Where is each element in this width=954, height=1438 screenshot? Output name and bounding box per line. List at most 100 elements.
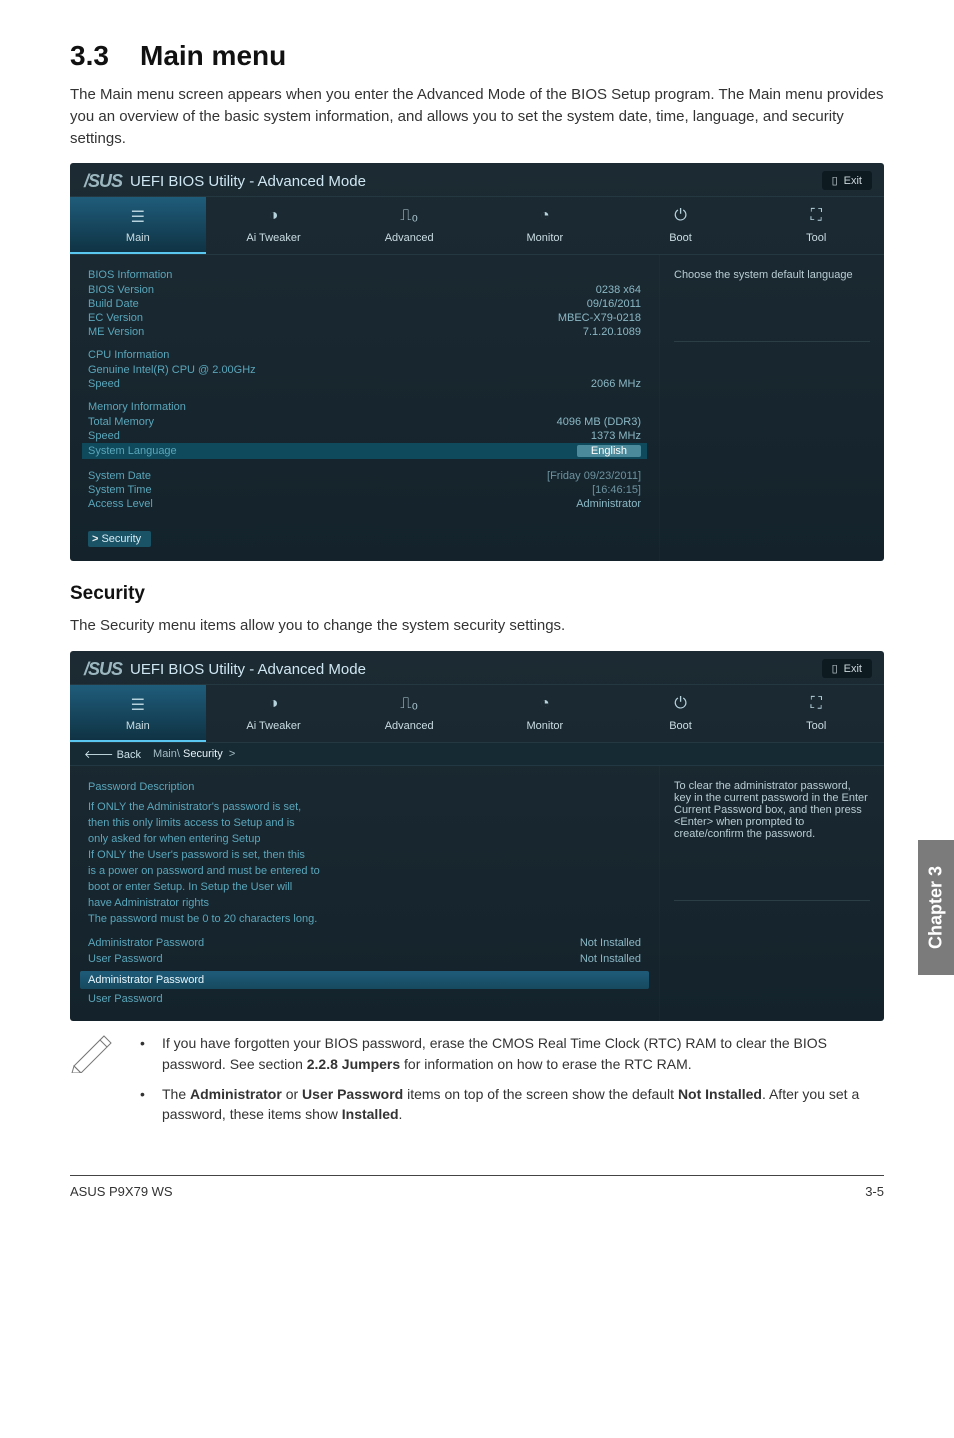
tab-boot-label: Boot	[669, 232, 692, 244]
asus-logo: /SUS	[84, 659, 122, 680]
note2-e: items on top of the screen show the defa…	[403, 1086, 678, 1102]
note2-h: Installed	[342, 1106, 399, 1122]
help-text: Choose the system default language	[674, 269, 870, 281]
bios-main-screenshot: /SUS UEFI BIOS Utility - Advanced Mode ▯…	[70, 163, 884, 561]
system-language-value: English	[577, 445, 641, 457]
system-language-label: System Language	[88, 445, 177, 457]
total-memory-label: Total Memory	[88, 416, 154, 428]
tab-tool-label: Tool	[806, 232, 826, 244]
back-label: Back	[117, 749, 141, 761]
help-divider	[674, 341, 870, 342]
exit-button[interactable]: ▯ Exit	[822, 659, 872, 678]
password-description-heading: Password Description	[88, 780, 641, 796]
exit-label: Exit	[844, 663, 862, 675]
note-bullet-2: • The Administrator or User Password ite…	[140, 1084, 884, 1125]
bios-utility-title: UEFI BIOS Utility - Advanced Mode	[130, 661, 366, 678]
me-version-label: ME Version	[88, 326, 144, 338]
tab-tool[interactable]: ⛶ Tool	[748, 197, 884, 254]
tab-ai-tweaker-label: Ai Tweaker	[246, 720, 300, 732]
access-level-label: Access Level	[88, 498, 153, 510]
note1-bold: 2.2.8 Jumpers	[307, 1056, 400, 1072]
power-icon: ⏻	[613, 207, 749, 227]
chip-icon: ⎍₀	[341, 207, 477, 227]
section-heading: 3.3Main menu	[70, 40, 884, 72]
system-date-label: System Date	[88, 470, 151, 482]
pwd-desc-line: have Administrator rights	[88, 896, 641, 912]
bios-info-heading: BIOS Information	[88, 269, 641, 281]
pwd-desc-line: If ONLY the User's password is set, then…	[88, 848, 641, 864]
pwd-desc-line: boot or enter Setup. In Setup the User w…	[88, 880, 641, 896]
security-submenu-link[interactable]: >Security	[88, 531, 151, 547]
me-version-value: 7.1.20.1089	[583, 326, 641, 338]
system-language-row[interactable]: System Language English	[82, 443, 647, 459]
note2-b: Administrator	[190, 1086, 282, 1102]
list-icon: ☰	[70, 695, 206, 715]
help-divider	[674, 900, 870, 901]
exit-icon: ▯	[832, 662, 838, 675]
tab-advanced[interactable]: ⎍₀ Advanced	[341, 197, 477, 254]
tab-monitor-label: Monitor	[527, 720, 564, 732]
user-password-item[interactable]: User Password	[88, 991, 641, 1007]
tab-tool[interactable]: ⛶Tool	[748, 685, 884, 742]
tab-main[interactable]: ☰ Main	[70, 685, 206, 742]
pwd-desc-line: only asked for when entering Setup	[88, 832, 641, 848]
exit-label: Exit	[844, 175, 862, 187]
tab-monitor[interactable]: ◔ Monitor	[477, 685, 613, 742]
note-pencil-icon	[70, 1033, 118, 1073]
exit-button[interactable]: ▯ Exit	[822, 171, 872, 190]
system-time-value[interactable]: [16:46:15]	[592, 484, 641, 496]
tab-ai-tweaker[interactable]: ◑Ai Tweaker	[206, 685, 342, 742]
tab-main-label: Main	[126, 720, 150, 732]
pwd-desc-line: The password must be 0 to 20 characters …	[88, 912, 641, 928]
system-time-label: System Time	[88, 484, 152, 496]
pwd-desc-line: is a power on password and must be enter…	[88, 864, 641, 880]
ec-version-label: EC Version	[88, 312, 143, 324]
tab-boot[interactable]: ⏻ Boot	[613, 685, 749, 742]
cpu-name: Genuine Intel(R) CPU @ 2.00GHz	[88, 364, 256, 376]
tab-boot[interactable]: ⏻ Boot	[613, 197, 749, 254]
gauge-icon: ◔	[477, 695, 613, 715]
tab-boot-label: Boot	[669, 720, 692, 732]
tab-ai-tweaker-label: Ai Tweaker	[246, 232, 300, 244]
cpu-speed-label: Speed	[88, 378, 120, 390]
build-date-label: Build Date	[88, 298, 139, 310]
note2-f: Not Installed	[678, 1086, 762, 1102]
tab-advanced-label: Advanced	[385, 720, 434, 732]
tab-ai-tweaker[interactable]: ◑ Ai Tweaker	[206, 197, 342, 254]
system-date-value[interactable]: [Friday 09/23/2011]	[547, 470, 641, 482]
memory-speed-value: 1373 MHz	[591, 430, 641, 442]
bios-version-label: BIOS Version	[88, 284, 154, 296]
administrator-password-item[interactable]: Administrator Password	[80, 971, 649, 989]
chapter-side-tab: Chapter 3	[918, 840, 954, 975]
chevron-right-icon: >	[229, 748, 235, 760]
access-level-value: Administrator	[576, 498, 641, 510]
footer-product: ASUS P9X79 WS	[70, 1184, 173, 1199]
build-date-value: 09/16/2011	[587, 298, 641, 310]
crumb-current: Security	[183, 748, 223, 760]
section-number: 3.3	[70, 40, 140, 72]
total-memory-value: 4096 MB (DDR3)	[557, 416, 641, 428]
admin-password-status-value: Not Installed	[580, 937, 641, 949]
help-text: To clear the administrator password, key…	[674, 780, 870, 840]
security-link-label: Security	[101, 533, 141, 545]
cpu-speed-value: 2066 MHz	[591, 378, 641, 390]
back-button[interactable]: 🡐 Back	[84, 747, 141, 761]
bios-utility-title: UEFI BIOS Utility - Advanced Mode	[130, 173, 366, 190]
note2-i: .	[399, 1106, 403, 1122]
footer-page-number: 3-5	[865, 1184, 884, 1199]
gauge-icon: ◔	[477, 207, 613, 227]
pwd-desc-line: If ONLY the Administrator's password is …	[88, 800, 641, 816]
power-icon: ⏻	[613, 695, 749, 715]
breadcrumb: Main\ Security >	[153, 748, 235, 760]
tweaker-icon: ◑	[206, 207, 342, 227]
tab-tool-label: Tool	[806, 720, 826, 732]
crumb-main: Main\	[153, 748, 180, 760]
tab-advanced[interactable]: ⎍₀ Advanced	[341, 685, 477, 742]
bios-tabs: ☰ Main ◑Ai Tweaker ⎍₀ Advanced ◔ Monitor ⏻ B…	[70, 684, 884, 743]
tab-main[interactable]: ☰ Main	[70, 197, 206, 254]
tab-monitor[interactable]: ◔ Monitor	[477, 197, 613, 254]
tab-main-label: Main	[126, 232, 150, 244]
chip-icon: ⎍₀	[341, 695, 477, 715]
bios-tabs: ☰ Main ◑ Ai Tweaker ⎍₀ Advanced ◔ Monito…	[70, 196, 884, 255]
memory-speed-label: Speed	[88, 430, 120, 442]
